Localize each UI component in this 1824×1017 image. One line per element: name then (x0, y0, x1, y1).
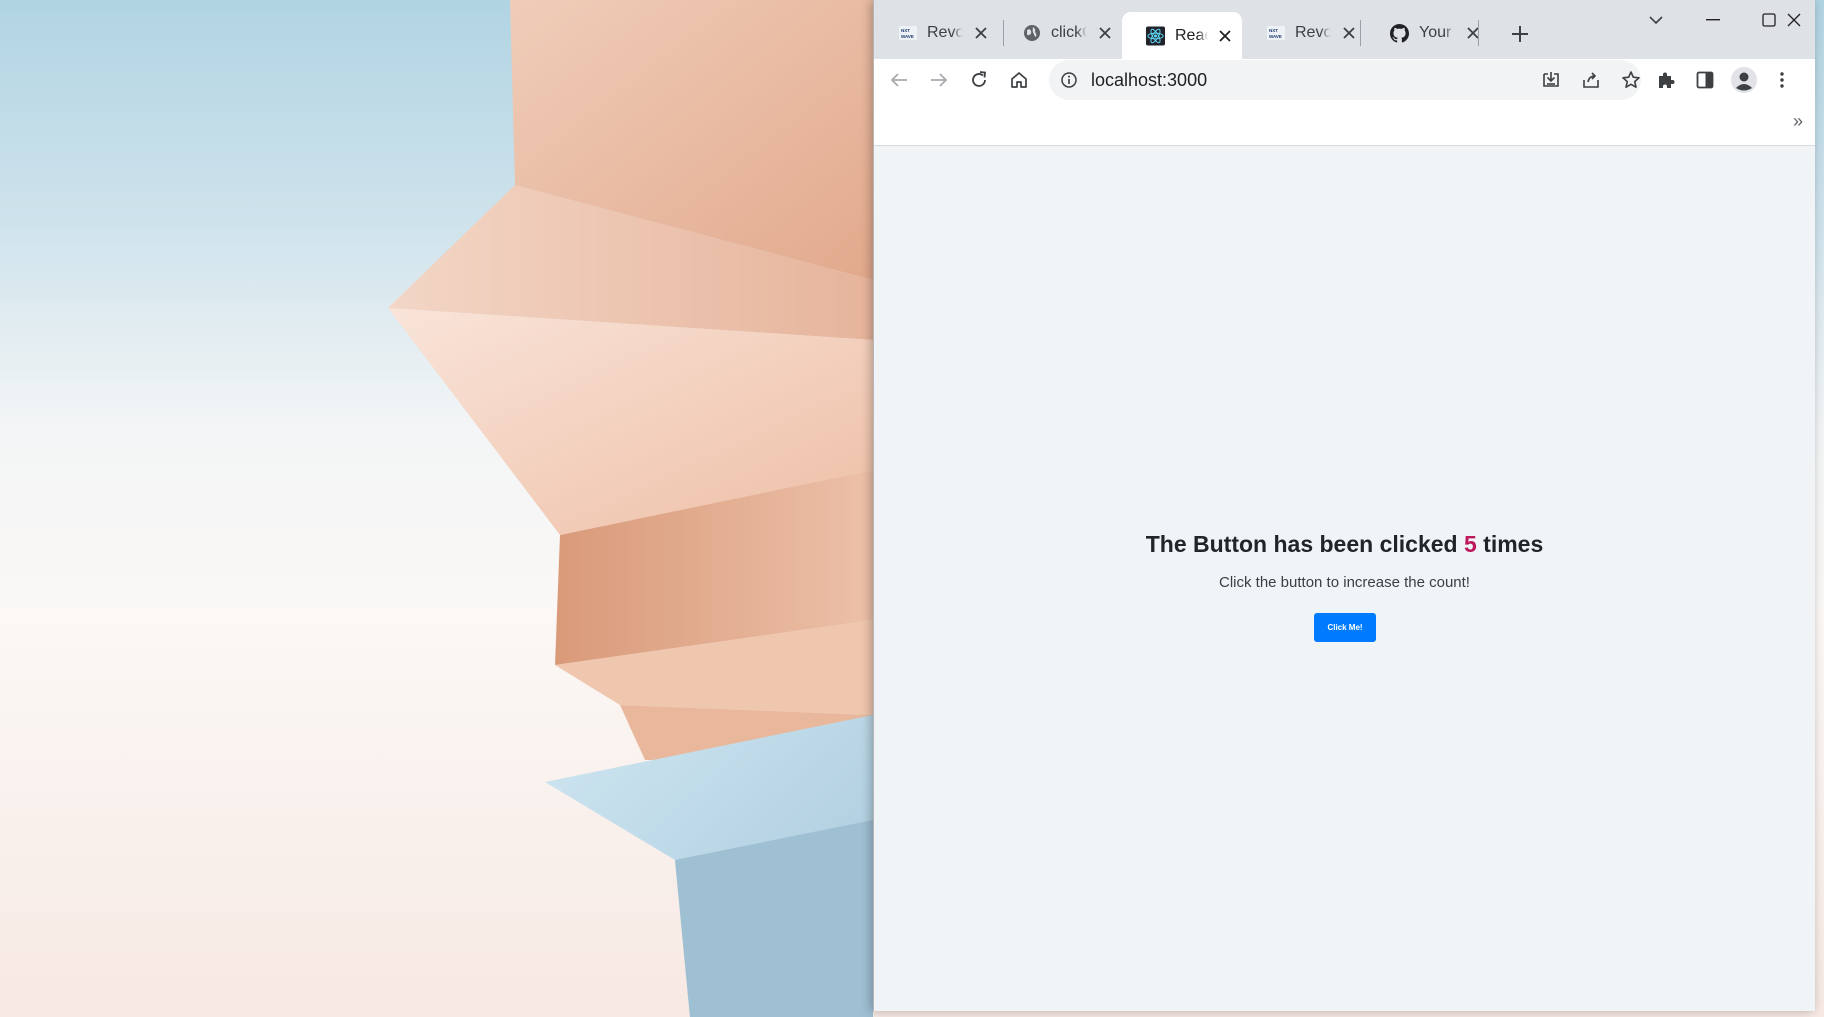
plus-icon (1512, 26, 1528, 42)
nxtwave-icon: NXT WAVE (898, 24, 917, 43)
close-icon[interactable] (1218, 27, 1232, 45)
click-me-button[interactable]: Click Me! (1314, 613, 1376, 642)
click-count: 5 (1463, 531, 1477, 557)
heading-prefix: The Button has been clicked (1145, 531, 1464, 557)
forward-button[interactable] (922, 63, 956, 97)
side-panel-icon (1696, 71, 1714, 89)
close-icon[interactable] (1341, 24, 1356, 42)
nxtwave-icon: NXT WAVE (1266, 24, 1285, 43)
tab-clickcounter[interactable]: clickC (998, 12, 1122, 54)
heading-suffix: times (1476, 531, 1544, 557)
tab-title: Your F (1419, 24, 1455, 41)
kebab-menu-icon (1780, 72, 1784, 88)
tab-title: clickC (1051, 24, 1087, 41)
close-window-button[interactable] (1773, 0, 1815, 40)
svg-text:NXT: NXT (1269, 28, 1278, 33)
profile-button[interactable] (1727, 63, 1761, 97)
click-count-heading: The Button has been clicked 5 times (874, 531, 1815, 558)
side-panel-button[interactable] (1688, 63, 1722, 97)
tab-title: Revolu (927, 24, 964, 41)
puzzle-icon (1659, 72, 1675, 88)
extensions-button[interactable] (1649, 63, 1683, 97)
address-bar[interactable]: localhost:3000 (1049, 60, 1641, 100)
share-icon[interactable] (1579, 68, 1603, 92)
chevron-down-icon (1649, 15, 1663, 24)
browser-window: NXTWAVE Revolu clickC React (873, 0, 1815, 1011)
instruction-text: Click the button to increase the count! (1219, 574, 1470, 591)
tab-react-active[interactable]: React (1122, 12, 1242, 59)
home-button[interactable] (1002, 63, 1036, 97)
arrow-right-icon (931, 73, 948, 87)
info-icon[interactable] (1059, 70, 1079, 90)
minimize-button[interactable] (1685, 0, 1741, 40)
avatar-icon (1731, 67, 1757, 93)
reload-button[interactable] (962, 63, 996, 97)
star-icon[interactable] (1619, 68, 1643, 92)
wallpaper-image (388, 0, 873, 1017)
tab-divider (1360, 20, 1361, 46)
minimize-icon (1706, 19, 1720, 21)
browser-toolbar: localhost:3000 (874, 59, 1815, 101)
svg-text:NXT: NXT (901, 28, 910, 33)
github-icon (1390, 23, 1409, 43)
url-text[interactable]: localhost:3000 (1091, 70, 1207, 90)
globe-icon (1022, 24, 1041, 43)
tab-divider (1478, 20, 1479, 46)
back-button[interactable] (882, 63, 916, 97)
tab-title: Revolu (1295, 24, 1332, 41)
page-content: The Button has been clicked 5 times Clic… (874, 146, 1815, 1011)
close-icon[interactable] (973, 24, 988, 42)
tab-github[interactable]: Your F (1366, 12, 1490, 54)
tab-title: React (1175, 26, 1209, 44)
arrow-left-icon (890, 73, 907, 87)
close-icon (1787, 13, 1801, 27)
svg-text:WAVE: WAVE (901, 34, 914, 39)
reload-icon (972, 71, 986, 87)
home-icon (1011, 72, 1027, 88)
bookmarks-overflow-button[interactable]: » (1793, 111, 1803, 132)
tab-search-button[interactable] (1628, 0, 1684, 40)
new-tab-button[interactable] (1505, 19, 1535, 49)
install-icon[interactable] (1539, 68, 1563, 92)
tab-strip: NXTWAVE Revolu clickC React (874, 0, 1815, 59)
bookmarks-bar: » (874, 101, 1815, 146)
tab-revolution-1[interactable]: NXTWAVE Revolu (874, 12, 998, 54)
react-icon (1146, 26, 1165, 45)
svg-text:WAVE: WAVE (1269, 34, 1282, 39)
tab-revolution-2[interactable]: NXTWAVE Revolu (1242, 12, 1366, 54)
menu-button[interactable] (1769, 63, 1795, 97)
close-icon[interactable] (1097, 24, 1112, 42)
